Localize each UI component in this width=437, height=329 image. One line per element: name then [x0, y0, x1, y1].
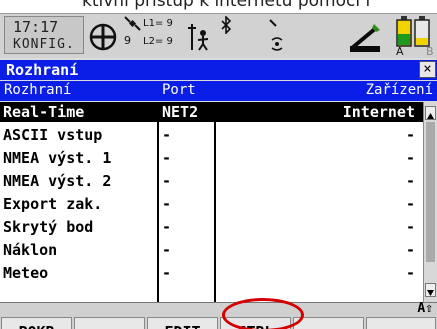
row-interface: Real-Time [3, 103, 85, 121]
input-mode-indicator: A⇧ [0, 301, 437, 317]
row-port: - [162, 195, 172, 213]
row-device: - [405, 264, 415, 282]
radio-link-icon[interactable] [268, 18, 304, 54]
row-device: Internet [342, 103, 415, 121]
softkey-pokr[interactable]: POKR [1, 317, 72, 329]
table-row[interactable]: Export zak. - - [0, 194, 423, 214]
row-interface: Náklon [3, 241, 58, 259]
softkey-f2[interactable] [74, 317, 145, 329]
row-interface: NMEA výst. 1 [3, 149, 112, 167]
row-interface: Meteo [3, 264, 49, 282]
table-row[interactable]: ASCII vstup - - [0, 125, 423, 145]
table-row[interactable]: NMEA výst. 1 - - [0, 148, 423, 168]
antenna-person-icon[interactable] [186, 22, 212, 52]
clock-time: 17:17 [13, 18, 59, 36]
crosshair-icon[interactable] [88, 22, 118, 52]
softkey-f5[interactable] [293, 317, 364, 329]
column-divider [157, 102, 159, 302]
row-port: - [162, 172, 172, 190]
column-header-port: Port [162, 82, 196, 98]
battery-b-label: B [426, 45, 434, 58]
row-device: - [405, 241, 415, 259]
row-interface: Export zak. [3, 195, 103, 213]
time-mode-box[interactable]: 17:17 KONFIG. [4, 16, 84, 54]
vertical-scrollbar[interactable] [423, 102, 437, 302]
dialog-title-bar: Rozhraní × [0, 60, 437, 80]
scroll-thumb[interactable] [426, 122, 435, 262]
row-device: - [405, 126, 415, 144]
sat-l2-label: L2= 9 [143, 36, 173, 47]
sat-l1-label: L1= 9 [143, 18, 173, 29]
row-interface: NMEA výst. 2 [3, 172, 112, 190]
table-row-real-time[interactable]: Real-Time NET2 Internet [0, 102, 423, 122]
row-device: - [405, 218, 415, 236]
status-bar: 17:17 KONFIG. L1= 9 9 L2= 9 A B [0, 14, 437, 58]
close-icon[interactable]: × [419, 61, 436, 78]
highlight-ring [222, 298, 304, 329]
softkey-bar: POKR EDIT CTRL [0, 316, 437, 329]
satellite-icon[interactable] [124, 16, 142, 32]
bluetooth-icon[interactable] [220, 16, 232, 34]
softkey-f6[interactable] [366, 317, 436, 329]
input-mode-text: A⇧ [417, 301, 433, 316]
app-page: ktivní přístup k internetu pomocí l 17:1… [0, 0, 437, 329]
mode-label: KONFIG. [13, 37, 75, 52]
row-port: - [162, 126, 172, 144]
row-device: - [405, 149, 415, 167]
scroll-up-arrow-icon[interactable] [425, 106, 436, 120]
row-port: NET2 [162, 103, 199, 121]
table-row[interactable]: Náklon - - [0, 240, 423, 260]
table-row[interactable]: Meteo - - [0, 263, 423, 283]
column-header-interface: Rozhraní [4, 82, 72, 98]
sat-count: 9 [124, 34, 131, 47]
scroll-down-arrow-icon[interactable] [425, 283, 436, 297]
column-header-device: Zařízení [365, 82, 433, 98]
table-header: Rozhraní Port Zařízení [0, 81, 437, 101]
row-port: - [162, 241, 172, 259]
row-interface: Skrytý bod [3, 218, 94, 236]
stylus-icon[interactable] [348, 20, 382, 54]
row-port: - [162, 264, 172, 282]
column-divider [214, 102, 216, 302]
row-port: - [162, 218, 172, 236]
device-screen: 17:17 KONFIG. L1= 9 9 L2= 9 A B Rozhraní… [0, 13, 437, 329]
row-device: - [405, 195, 415, 213]
interface-table: Real-Time NET2 Internet ASCII vstup - - … [0, 102, 423, 302]
table-row[interactable]: Skrytý bod - - [0, 217, 423, 237]
softkey-edit[interactable]: EDIT [147, 317, 218, 329]
dialog-title: Rozhraní [6, 61, 79, 79]
caption-text: ktivní přístup k internetu pomocí l [82, 0, 371, 11]
row-port: - [162, 149, 172, 167]
battery-a-label: A [396, 45, 404, 58]
table-row[interactable]: NMEA výst. 2 - - [0, 171, 423, 191]
row-interface: ASCII vstup [3, 126, 103, 144]
row-device: - [405, 172, 415, 190]
